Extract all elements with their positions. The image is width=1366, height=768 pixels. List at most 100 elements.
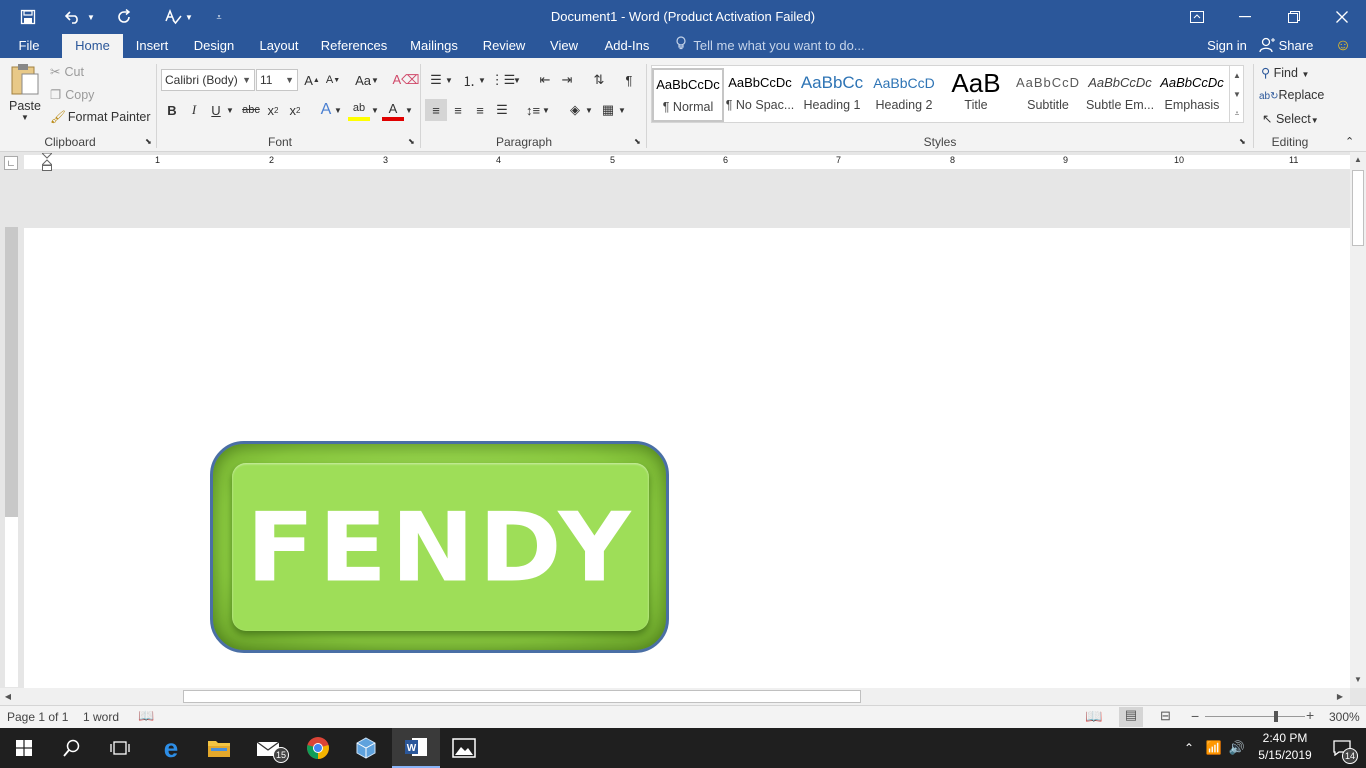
chrome-icon[interactable] [294,728,342,768]
close-button[interactable] [1318,0,1366,34]
styles-scroll-down-icon[interactable]: ▼ [1229,85,1244,104]
scroll-down-arrow-icon[interactable]: ▼ [1350,672,1366,688]
style-heading-1[interactable]: AaBbCc Heading 1 [796,68,868,122]
numbering-dropdown-icon[interactable]: ▼ [476,69,488,91]
edge-browser-icon[interactable]: e [147,728,195,768]
share-button[interactable]: Share [1259,34,1319,58]
indent-marker-icon[interactable] [40,152,54,173]
smiley-feedback-icon[interactable]: ☺ [1332,34,1354,58]
word-app-icon[interactable]: W [392,728,440,768]
scroll-left-arrow-icon[interactable]: ◀ [0,688,16,705]
tab-selector-icon[interactable]: ∟ [4,156,18,170]
show-hidden-icons-icon[interactable]: ⌃ [1176,728,1202,768]
styles-scroll-up-icon[interactable]: ▲ [1229,66,1244,85]
bold-icon[interactable]: B [161,99,183,121]
style-subtitle[interactable]: AaBbCcD Subtitle [1012,68,1084,122]
multilevel-dropdown-icon[interactable]: ▼ [511,69,523,91]
tab-design[interactable]: Design [188,34,240,58]
styles-more-icon[interactable]: ⩡ [1229,104,1244,123]
find-button[interactable]: ⚲ Find ▼ [1261,65,1309,80]
style-subtle-emphasis[interactable]: AaBbCcDc Subtle Em... [1084,68,1156,122]
style-normal[interactable]: AaBbCcDc ¶ Normal [652,68,724,122]
tab-mailings[interactable]: Mailings [404,34,464,58]
justify-icon[interactable]: ☰ [491,99,513,121]
font-size-box[interactable]: 11 ▼ [256,69,298,91]
volume-icon[interactable]: 🔊 [1224,728,1250,768]
proofing-icon[interactable]: 📖 [138,708,154,724]
scroll-right-arrow-icon[interactable]: ▶ [1332,688,1348,705]
borders-dropdown-icon[interactable]: ▼ [616,99,628,121]
highlight-dropdown-icon[interactable]: ▼ [369,99,381,121]
vertical-scroll-thumb[interactable] [1352,170,1364,246]
styles-launcher-icon[interactable]: ⬊ [1239,137,1246,146]
vertical-scrollbar[interactable]: ▲ ▼ [1350,152,1366,688]
photos-icon[interactable] [440,728,488,768]
superscript-icon[interactable]: x2 [284,99,306,121]
format-painter-button[interactable]: 🖌 Format Painter [50,110,151,125]
font-color-icon[interactable]: A [382,99,404,121]
virtualbox-icon[interactable] [342,728,390,768]
font-color-dropdown-icon[interactable]: ▼ [403,99,415,121]
tab-layout[interactable]: Layout [253,34,305,58]
action-center-icon[interactable]: 14 [1318,728,1366,768]
tab-file[interactable]: File [10,34,48,58]
tab-add-ins[interactable]: Add-Ins [598,34,656,58]
vertical-ruler[interactable] [5,227,18,687]
paste-button[interactable]: Paste ▼ [8,62,42,132]
cut-button[interactable]: ✂ Cut [50,64,84,79]
web-layout-icon[interactable]: ⊟ [1160,708,1171,724]
align-center-icon[interactable]: ≡ [447,99,469,121]
print-layout-icon[interactable]: ▤ [1119,707,1143,727]
collapse-ribbon-icon[interactable]: ⌃ [1345,135,1354,148]
style-emphasis[interactable]: AaBbCcDc Emphasis [1156,68,1228,122]
task-view-icon[interactable] [96,728,144,768]
increase-indent-icon[interactable]: ⇥ [556,69,578,91]
minimize-button[interactable] [1221,0,1269,34]
style-title[interactable]: AaB Title [940,68,1012,122]
wordart-text[interactable]: FENDY [232,467,649,627]
copy-button[interactable]: ❐ Copy [50,87,94,102]
align-right-icon[interactable]: ≡ [469,99,491,121]
file-explorer-icon[interactable] [195,728,243,768]
text-effects-dropdown-icon[interactable]: ▼ [332,99,344,121]
zoom-slider[interactable] [1205,716,1305,717]
line-spacing-dropdown-icon[interactable]: ▼ [540,99,552,121]
style-heading-2[interactable]: AaBbCcD Heading 2 [868,68,940,122]
sign-in-link[interactable]: Sign in [1202,34,1252,58]
clear-formatting-icon[interactable]: A⌫ [392,69,419,91]
tab-view[interactable]: View [544,34,584,58]
style-no-spacing[interactable]: AaBbCcDc ¶ No Spac... [724,68,796,122]
decrease-indent-icon[interactable]: ⇤ [534,69,556,91]
highlight-color-icon[interactable]: ab [348,99,370,121]
underline-dropdown-icon[interactable]: ▼ [224,99,236,121]
horizontal-scrollbar[interactable]: ◀ ▶ [0,688,1350,705]
italic-icon[interactable]: I [183,99,205,121]
mail-icon[interactable]: 15 [245,728,293,768]
horizontal-ruler[interactable]: 1 2 3 4 5 6 7 8 9 10 11 [24,152,1350,171]
align-left-icon[interactable]: ≡ [425,99,447,121]
word-count[interactable]: 1 word [83,710,119,724]
tab-review[interactable]: Review [479,34,529,58]
font-launcher-icon[interactable]: ⬊ [408,137,415,146]
sort-icon[interactable]: ⇅ [588,69,610,91]
subscript-icon[interactable]: x2 [262,99,284,121]
tell-me-box[interactable]: Tell me what you want to do... [676,34,865,58]
zoom-slider-thumb[interactable] [1274,711,1278,722]
replace-button[interactable]: ab↻Replace [1259,88,1324,102]
font-name-box[interactable]: Calibri (Body) ▼ [161,69,255,91]
wordart-shape[interactable]: FENDY [210,441,669,653]
shrink-font-icon[interactable]: A ▼ [322,69,344,91]
shading-dropdown-icon[interactable]: ▼ [583,99,595,121]
select-button[interactable]: ↖ Select▼ [1262,111,1319,126]
bullets-dropdown-icon[interactable]: ▼ [443,69,455,91]
tab-home[interactable]: Home [62,34,123,58]
horizontal-scroll-thumb[interactable] [183,690,861,703]
tab-references[interactable]: References [320,34,388,58]
tab-insert[interactable]: Insert [130,34,174,58]
page-count[interactable]: Page 1 of 1 [7,710,68,724]
grow-font-icon[interactable]: A ▲ [301,69,323,91]
change-case-icon[interactable]: Aa ▼ [353,69,381,91]
zoom-in-icon[interactable]: + [1306,707,1314,723]
zoom-level[interactable]: 300% [1329,710,1360,724]
zoom-out-icon[interactable]: − [1191,708,1199,724]
